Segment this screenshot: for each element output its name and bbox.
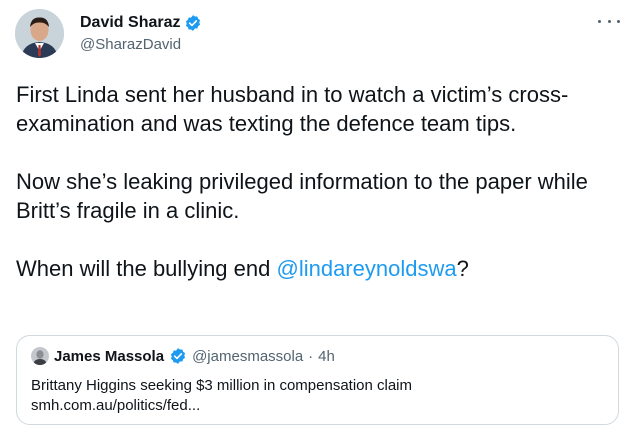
more-dot [617, 19, 620, 23]
verified-badge-icon [169, 347, 187, 365]
quoted-author-avatar[interactable] [31, 347, 49, 365]
quoted-tweet[interactable]: James Massola @jamesmassola · 4h Brittan… [16, 335, 619, 425]
more-horizontal-icon[interactable] [598, 14, 620, 28]
quoted-tweet-link[interactable]: smh.com.au/politics/fed... [31, 396, 601, 416]
tweet-paragraph-3: When will the bullying end @lindareynold… [16, 254, 616, 283]
author-name-row: David Sharaz [80, 12, 202, 34]
quoted-tweet-time[interactable]: 4h [318, 348, 335, 365]
more-dot [607, 19, 611, 23]
tweet-body: First Linda sent her husband in to watch… [16, 80, 616, 283]
verified-badge-icon [184, 14, 202, 32]
header-separator: · [308, 347, 314, 365]
author-handle[interactable]: @SharazDavid [80, 36, 181, 53]
tweet-paragraph-3-end: ? [456, 256, 469, 281]
mention-link[interactable]: @lindareynoldswa [276, 256, 456, 281]
quoted-tweet-text: Brittany Higgins seeking $3 million in c… [31, 377, 413, 394]
author-avatar[interactable] [15, 9, 64, 58]
quoted-author-handle[interactable]: @jamesmassola [192, 348, 303, 365]
tweet-paragraph-3-text: When will the bullying end [16, 256, 277, 281]
quoted-tweet-header: James Massola @jamesmassola · 4h [31, 346, 335, 366]
tweet-card: David Sharaz @SharazDavid First Linda se… [0, 0, 634, 437]
author-name[interactable]: David Sharaz [80, 14, 180, 32]
quoted-author-name[interactable]: James Massola [54, 348, 164, 365]
quoted-tweet-body: Brittany Higgins seeking $3 million in c… [31, 376, 601, 416]
tweet-paragraph-1: First Linda sent her husband in to watch… [16, 82, 569, 136]
tweet-paragraph-2: Now she’s leaking privileged information… [16, 169, 588, 223]
more-dot [598, 19, 601, 23]
